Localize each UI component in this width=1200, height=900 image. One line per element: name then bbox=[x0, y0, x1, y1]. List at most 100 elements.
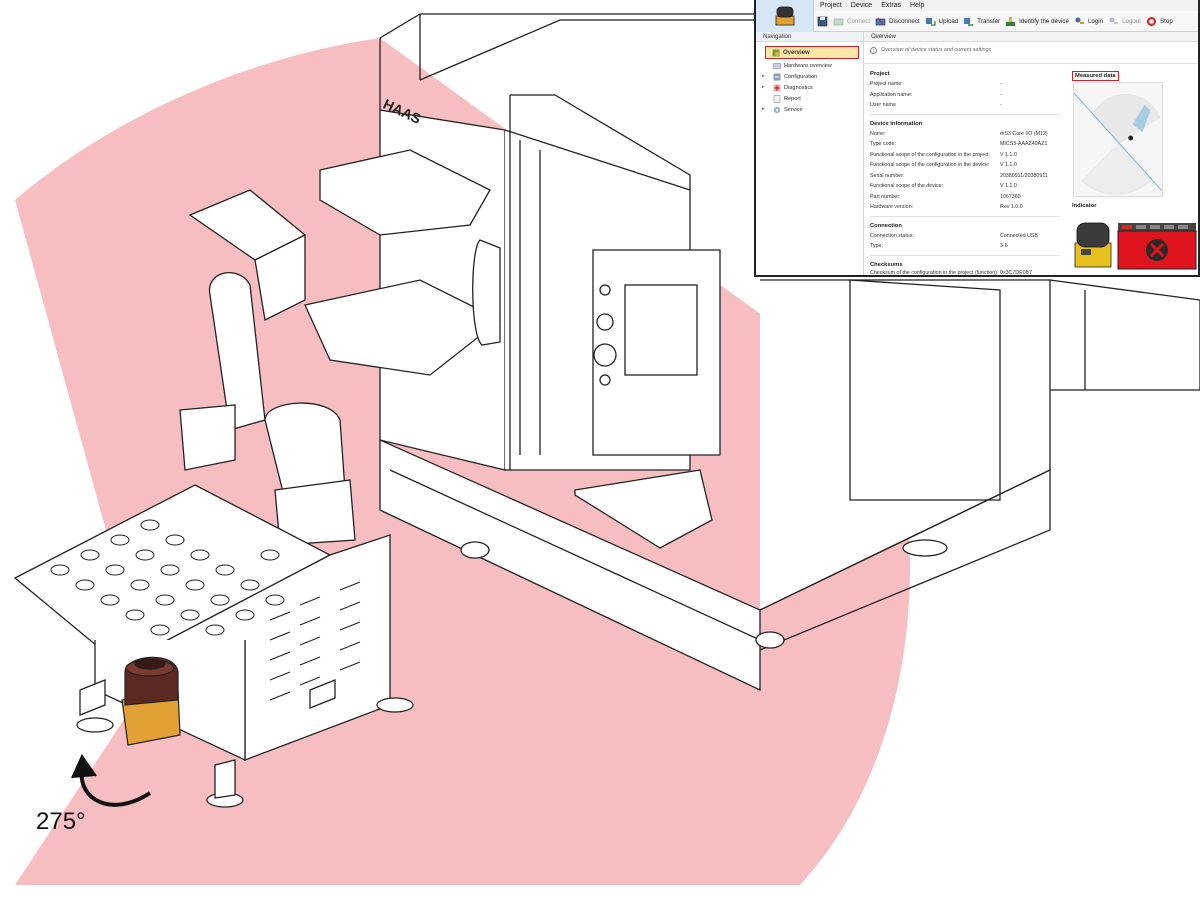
property-value: 1067360 bbox=[1000, 193, 1021, 200]
navigation-tree: Overview Hardware overview ▸ Configurati… bbox=[756, 42, 863, 115]
property-value: Connected USB bbox=[1000, 232, 1038, 239]
measured-data-plot bbox=[1073, 82, 1163, 197]
property-label: Type code: bbox=[870, 141, 896, 148]
expand-arrow-icon[interactable]: ▸ bbox=[762, 73, 765, 79]
property-value: - bbox=[1000, 81, 1002, 88]
service-icon bbox=[773, 106, 781, 113]
scanner-position-marker bbox=[1128, 135, 1134, 141]
navigation-panel: Navigation Overview Hardware overview ▸ … bbox=[756, 32, 864, 275]
property-value: - bbox=[1000, 102, 1002, 109]
menu-extras[interactable]: Extras bbox=[881, 2, 901, 9]
nav-label-overview: Overview bbox=[783, 49, 810, 56]
scanner-image bbox=[1074, 222, 1112, 268]
disconnect-icon bbox=[875, 17, 886, 25]
upload-icon bbox=[925, 17, 936, 26]
property-value: V 1.1.0 bbox=[1000, 183, 1017, 190]
property-row: Name: mS3 Core I/O (M12) bbox=[870, 129, 1060, 140]
save-button[interactable] bbox=[817, 16, 828, 27]
nav-item-report[interactable]: Report bbox=[756, 93, 863, 104]
scanner-logo-icon bbox=[775, 6, 794, 26]
nav-label-hardware-overview: Hardware overview bbox=[784, 62, 832, 69]
section-connection-title: Connection bbox=[870, 222, 902, 229]
login-icon bbox=[1075, 17, 1084, 24]
property-label: Functional scope of the device: bbox=[870, 183, 944, 190]
upload-button[interactable]: Upload bbox=[925, 16, 959, 27]
login-button[interactable]: Login bbox=[1074, 16, 1103, 27]
config-software-window: Project Device Extras Help Connect Disco… bbox=[754, 0, 1200, 277]
section-device-title: Device information bbox=[870, 120, 923, 127]
property-row: User name - bbox=[870, 100, 1060, 111]
nav-item-diagnostics[interactable]: ▸ Diagnostics bbox=[756, 82, 863, 93]
property-value: V 1.1.0 bbox=[1000, 151, 1017, 158]
nav-item-overview[interactable]: Overview bbox=[765, 46, 859, 59]
menu-bar: Project Device Extras Help bbox=[814, 0, 1198, 11]
transfer-button[interactable]: Transfer bbox=[963, 16, 1000, 27]
login-label: Login bbox=[1087, 17, 1104, 25]
property-value: MICS3-AAAZ40AZ1 bbox=[1000, 141, 1048, 148]
report-icon bbox=[773, 94, 781, 103]
connect-button[interactable]: Connect bbox=[833, 16, 870, 27]
overview-icon bbox=[772, 49, 780, 56]
overview-content: Overview i Overview of device status and… bbox=[864, 32, 1198, 275]
property-value: Rev 1.0.0 bbox=[1000, 204, 1023, 211]
property-row: Functional scope of the device: V 1.1.0 bbox=[870, 181, 1060, 192]
property-label: Connection status: bbox=[870, 232, 914, 239]
upload-label: Upload bbox=[938, 17, 959, 25]
property-row: Connection status: Connected USB bbox=[870, 231, 1060, 242]
property-list: Project Project name: - Application name:… bbox=[870, 67, 1060, 275]
divider bbox=[870, 215, 1060, 217]
toolbar: Connect Disconnect Upload Transfer Ident… bbox=[814, 11, 1198, 32]
configuration-icon bbox=[773, 73, 781, 80]
disconnect-label: Disconnect bbox=[889, 17, 920, 25]
navigation-header: Navigation bbox=[756, 32, 863, 42]
diagnostics-icon bbox=[773, 84, 781, 91]
property-row: Type code: MICS3-AAAZ40AZ1 bbox=[870, 139, 1060, 150]
disconnect-button[interactable]: Disconnect bbox=[875, 16, 920, 27]
indicator-display bbox=[1074, 222, 1197, 270]
indicator-title: Indicator bbox=[1072, 203, 1097, 209]
property-row: Functional scope of the configuration in… bbox=[870, 160, 1060, 171]
transfer-icon bbox=[964, 17, 974, 26]
section-project-title: Project bbox=[870, 71, 890, 77]
error-x-icon bbox=[1146, 239, 1168, 261]
expand-arrow-icon[interactable]: ▸ bbox=[762, 106, 765, 112]
property-row: Functional scope of the configuration in… bbox=[870, 150, 1060, 161]
property-row: Hardware version: Rev 1.0.0 bbox=[870, 202, 1060, 213]
nav-label-configuration: Configuration bbox=[784, 73, 818, 80]
property-label: Type: bbox=[870, 243, 883, 250]
nav-label-diagnostics: Diagnostics bbox=[784, 84, 813, 91]
scan-range-area bbox=[1081, 143, 1153, 195]
overview-subtitle-text: Overview of device status and current se… bbox=[881, 47, 992, 53]
hardware-icon bbox=[773, 62, 781, 69]
rotation-angle-label: 275° bbox=[36, 808, 86, 835]
overview-header: Overview bbox=[864, 32, 1198, 42]
identify-label: Identify the device bbox=[1019, 17, 1069, 25]
property-value: V 1.1.0 bbox=[1000, 162, 1017, 169]
nav-label-report: Report bbox=[784, 95, 801, 102]
property-row: Type: 3-6 bbox=[870, 241, 1060, 252]
transfer-label: Transfer bbox=[977, 17, 1001, 25]
stop-icon bbox=[1147, 16, 1157, 26]
identify-device-button[interactable]: Identify the device bbox=[1005, 16, 1069, 27]
identify-icon bbox=[1006, 16, 1016, 26]
menu-help[interactable]: Help bbox=[910, 2, 924, 9]
logout-button[interactable]: Logout bbox=[1108, 16, 1141, 27]
property-row: Serial number: 20380911/20380911 bbox=[870, 171, 1060, 182]
menu-project[interactable]: Project bbox=[820, 2, 842, 9]
overview-subtitle: i Overview of device status and current … bbox=[864, 42, 1198, 64]
property-label: Functional scope of the configuration in… bbox=[870, 162, 990, 169]
property-label: Project name: bbox=[870, 81, 903, 88]
property-value: mS3 Core I/O (M12) bbox=[1000, 130, 1048, 137]
property-label: Part number: bbox=[870, 193, 901, 200]
expand-arrow-icon[interactable]: ▸ bbox=[762, 84, 765, 90]
nav-item-hardware-overview[interactable]: Hardware overview bbox=[756, 60, 863, 71]
nav-item-configuration[interactable]: ▸ Configuration bbox=[756, 71, 863, 82]
property-value: 3-6 bbox=[1000, 243, 1008, 250]
property-label: User name bbox=[870, 102, 896, 109]
safety-scanner bbox=[121, 656, 181, 746]
menu-device[interactable]: Device bbox=[851, 2, 872, 9]
nav-item-service[interactable]: ▸ Service bbox=[756, 104, 863, 115]
logout-icon bbox=[1109, 17, 1119, 24]
stop-button[interactable]: Stop bbox=[1146, 16, 1173, 27]
property-label: Application name: bbox=[870, 91, 913, 98]
